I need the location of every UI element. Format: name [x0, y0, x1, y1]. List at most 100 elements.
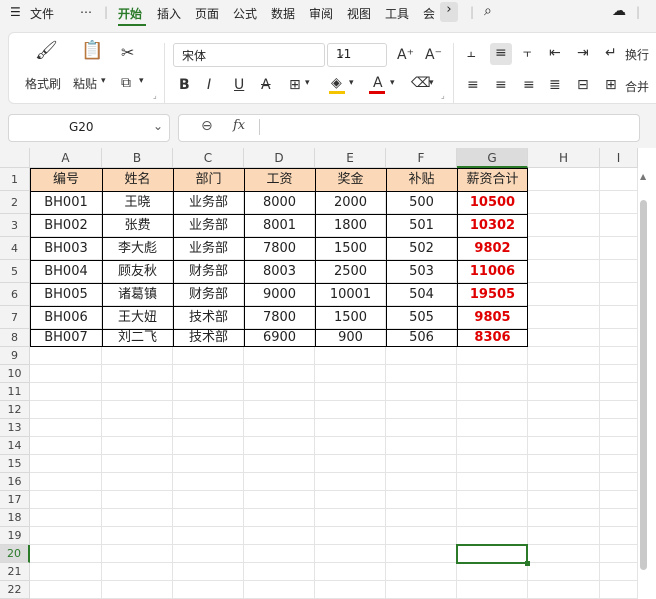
column-header-e[interactable]: E — [315, 148, 386, 168]
table-cell[interactable]: BH007 — [30, 329, 102, 347]
table-cell[interactable]: 502 — [386, 237, 457, 260]
selected-cell-g20[interactable] — [456, 544, 528, 564]
table-cell[interactable]: BH004 — [30, 260, 102, 283]
table-header-cell[interactable]: 薪资合计 — [457, 168, 528, 191]
table-cell[interactable]: 业务部 — [173, 214, 244, 237]
column-header-g[interactable]: G — [457, 148, 528, 168]
decrease-indent-icon[interactable]: ⇤ — [549, 45, 561, 61]
table-cell[interactable]: 财务部 — [173, 260, 244, 283]
row-header-5[interactable]: 5 — [0, 260, 30, 283]
align-middle-icon[interactable]: ≡ — [495, 45, 507, 61]
table-header-cell[interactable]: 工资 — [244, 168, 315, 191]
border-icon[interactable]: ⊞ — [289, 77, 301, 93]
table-cell[interactable]: 9805 — [457, 306, 528, 329]
table-header-cell[interactable]: 补贴 — [386, 168, 457, 191]
row-header-14[interactable]: 14 — [0, 437, 30, 455]
table-cell[interactable]: 19505 — [457, 283, 528, 306]
table-cell[interactable]: 6900 — [244, 329, 315, 347]
table-cell[interactable]: 10500 — [457, 191, 528, 214]
table-header-cell[interactable]: 奖金 — [315, 168, 386, 191]
align-left-icon[interactable]: ≡ — [467, 77, 479, 93]
merge-cells-icon[interactable]: ⊞ — [605, 77, 617, 93]
table-cell[interactable]: 10001 — [315, 283, 386, 306]
table-cell[interactable]: 505 — [386, 306, 457, 329]
table-cell[interactable]: 诸葛镇 — [102, 283, 173, 306]
row-header-22[interactable]: 22 — [0, 581, 30, 599]
table-cell[interactable]: 501 — [386, 214, 457, 237]
align-right-icon[interactable]: ≡ — [523, 77, 535, 93]
table-cell[interactable]: 刘二飞 — [102, 329, 173, 347]
scroll-up-icon[interactable]: ▲ — [640, 172, 646, 181]
table-cell[interactable]: 李大彪 — [102, 237, 173, 260]
column-header-c[interactable]: C — [173, 148, 244, 168]
table-header-cell[interactable]: 编号 — [30, 168, 102, 191]
table-cell[interactable]: 500 — [386, 191, 457, 214]
distributed-align-icon[interactable]: ⊟ — [577, 77, 589, 93]
menu-icon[interactable]: ☰ — [10, 5, 21, 19]
row-header-9[interactable]: 9 — [0, 347, 30, 365]
table-cell[interactable]: 8003 — [244, 260, 315, 283]
table-cell[interactable]: 2000 — [315, 191, 386, 214]
table-cell[interactable]: 7800 — [244, 306, 315, 329]
row-header-6[interactable]: 6 — [0, 283, 30, 306]
paste-button[interactable]: 粘贴 — [73, 75, 97, 92]
fill-handle[interactable] — [525, 561, 530, 566]
row-header-18[interactable]: 18 — [0, 509, 30, 527]
align-top-icon[interactable]: ⫠ — [467, 45, 475, 61]
table-cell[interactable]: BH002 — [30, 214, 102, 237]
strikethrough-icon[interactable]: A — [261, 77, 271, 93]
table-cell[interactable]: 8000 — [244, 191, 315, 214]
tab-page[interactable]: 页面 — [195, 5, 219, 22]
table-cell[interactable]: 10302 — [457, 214, 528, 237]
name-box[interactable]: G20 ⌄ — [8, 114, 170, 142]
font-size-select[interactable]: 11 ⌄ — [327, 43, 387, 67]
align-bottom-icon[interactable]: ⫟ — [523, 45, 531, 61]
row-header-7[interactable]: 7 — [0, 306, 30, 329]
table-cell[interactable]: 503 — [386, 260, 457, 283]
clipboard-expand-icon[interactable]: ⌟ — [153, 91, 157, 100]
table-cell[interactable]: BH001 — [30, 191, 102, 214]
row-header-12[interactable]: 12 — [0, 401, 30, 419]
font-color-dropdown-icon[interactable]: ▾ — [390, 78, 395, 88]
row-header-15[interactable]: 15 — [0, 455, 30, 473]
select-all-corner[interactable] — [0, 148, 30, 168]
table-cell[interactable]: 2500 — [315, 260, 386, 283]
table-cell[interactable]: 9802 — [457, 237, 528, 260]
table-cell[interactable]: 业务部 — [173, 191, 244, 214]
column-header-a[interactable]: A — [30, 148, 102, 168]
table-cell[interactable]: 王晓 — [102, 191, 173, 214]
table-cell[interactable]: 8001 — [244, 214, 315, 237]
tab-member[interactable]: 会 — [423, 5, 435, 22]
italic-icon[interactable]: I — [207, 77, 211, 93]
increase-font-icon[interactable]: A⁺ — [397, 47, 414, 63]
column-header-d[interactable]: D — [244, 148, 315, 168]
align-center-icon[interactable]: ≡ — [495, 77, 507, 93]
formula-input[interactable]: ⊖ fx — [178, 114, 640, 142]
fill-color-dropdown-icon[interactable]: ▾ — [349, 78, 354, 88]
tab-insert[interactable]: 插入 — [157, 5, 181, 22]
spreadsheet-grid[interactable]: ABCDEFGHI 1 2 3 4 5 6 7 8 9 10 11 12 13 14 15 16 17 18 19 2… — [0, 148, 656, 599]
table-cell[interactable]: 506 — [386, 329, 457, 347]
row-header-20[interactable]: 20 — [0, 545, 30, 563]
table-cell[interactable]: 9000 — [244, 283, 315, 306]
table-cell[interactable]: 1500 — [315, 237, 386, 260]
clear-dropdown-icon[interactable]: ▾ — [429, 78, 434, 88]
file-menu[interactable]: 文件 — [30, 5, 54, 22]
copy-dropdown-icon[interactable]: ▾ — [139, 76, 144, 86]
tab-review[interactable]: 审阅 — [309, 5, 333, 22]
table-header-cell[interactable]: 部门 — [173, 168, 244, 191]
table-cell[interactable]: 8306 — [457, 329, 528, 347]
table-cell[interactable]: 1500 — [315, 306, 386, 329]
table-cell[interactable]: 顾友秋 — [102, 260, 173, 283]
tab-formula[interactable]: 公式 — [233, 5, 257, 22]
eraser-icon[interactable]: ⌫ — [411, 75, 431, 91]
bold-icon[interactable]: B — [179, 77, 190, 93]
table-cell[interactable]: 技术部 — [173, 329, 244, 347]
format-painter-icon[interactable]: 🖌 — [35, 42, 58, 60]
font-expand-icon[interactable]: ⌟ — [441, 91, 445, 100]
row-header-17[interactable]: 17 — [0, 491, 30, 509]
row-header-16[interactable]: 16 — [0, 473, 30, 491]
table-cell[interactable]: 1800 — [315, 214, 386, 237]
table-cell[interactable]: 11006 — [457, 260, 528, 283]
row-header-19[interactable]: 19 — [0, 527, 30, 545]
